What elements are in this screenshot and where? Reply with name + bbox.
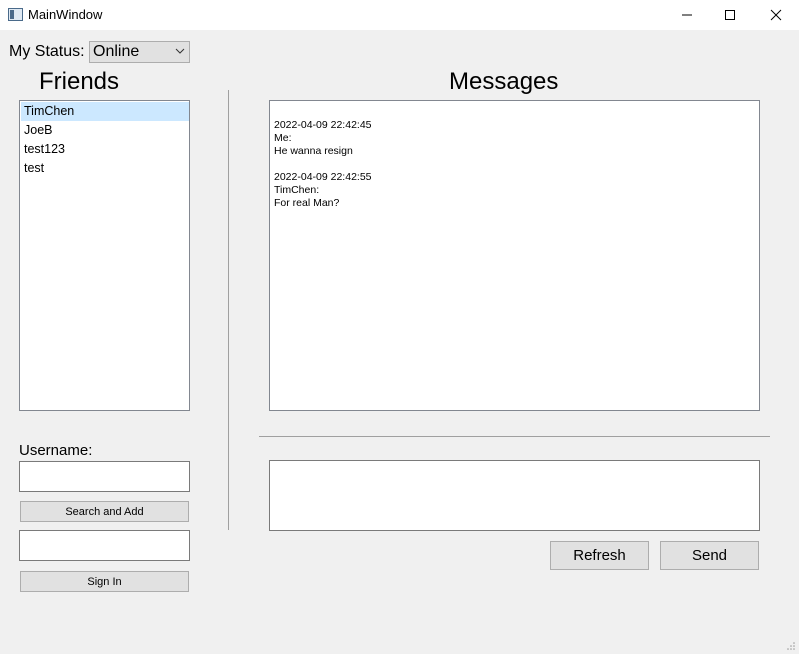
sign-in-button[interactable]: Sign In [20,571,189,592]
status-label: My Status: [9,43,85,60]
vertical-divider [228,90,229,530]
message-compose-input[interactable] [269,460,760,531]
send-button[interactable]: Send [660,541,759,570]
minimize-icon [682,14,692,16]
friends-list[interactable]: TimChen JoeB test123 test [19,100,190,411]
username-label: Username: [19,442,93,459]
maximize-button[interactable] [707,0,753,30]
window-title: MainWindow [28,7,103,22]
message-timestamp: 2022-04-09 22:42:45 [274,119,372,131]
title-bar: MainWindow [0,0,799,30]
status-selected-value: Online [93,43,140,60]
friend-list-item[interactable]: TimChen [21,102,189,121]
friend-list-item[interactable]: test [21,159,189,178]
minimize-button[interactable] [664,0,710,30]
resize-grip-icon[interactable] [786,641,796,651]
signin-input[interactable] [19,530,190,561]
maximize-icon [725,10,735,20]
message-text: He wanna resign [274,145,353,157]
username-input[interactable] [19,461,190,492]
friend-list-item[interactable]: test123 [21,140,189,159]
close-icon [770,9,782,21]
window-app-icon [8,8,23,21]
friends-heading: Friends [39,68,120,95]
message-sender: TimChen: [274,184,320,196]
messages-heading: Messages [449,68,559,95]
status-select[interactable]: Online [89,41,190,63]
messages-view[interactable]: 2022-04-09 22:42:45 Me: He wanna resign … [269,100,760,411]
message-sender: Me: [274,132,292,144]
friend-list-item[interactable]: JoeB [21,121,189,140]
message-text: For real Man? [274,197,340,209]
chevron-down-icon [175,48,185,54]
close-button[interactable] [753,0,799,30]
refresh-button[interactable]: Refresh [550,541,649,570]
message-timestamp: 2022-04-09 22:42:55 [274,171,372,183]
search-and-add-button[interactable]: Search and Add [20,501,189,522]
horizontal-divider [259,436,770,437]
